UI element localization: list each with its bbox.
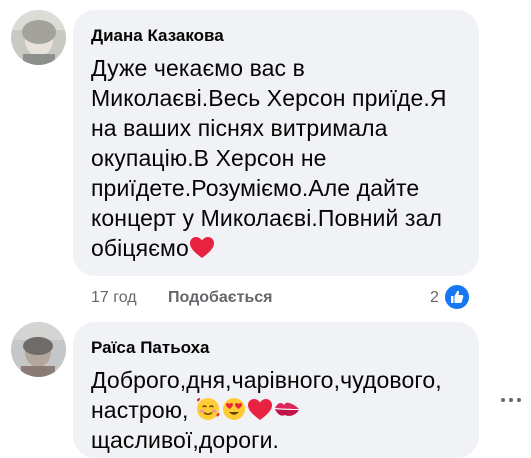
comment-text-segment: настрою, bbox=[91, 397, 189, 423]
comment-author[interactable]: Раїса Патьоха bbox=[91, 337, 210, 359]
red-heart-emoji bbox=[189, 236, 215, 267]
thumbs-up-icon[interactable] bbox=[443, 283, 471, 311]
reaction-count[interactable]: 2 bbox=[430, 288, 439, 308]
comment-timestamp[interactable]: 17 год bbox=[91, 288, 137, 308]
more-options-icon[interactable] bbox=[499, 391, 523, 402]
comment-text-line: щасливої,дороги. bbox=[91, 427, 280, 453]
comment-text-line: Доброго,дня,чарівного,чудового, bbox=[91, 367, 442, 393]
comment-text-line: на ваших піснях витримала bbox=[91, 115, 388, 141]
comment-text-line: окупацію.В Херсон не bbox=[91, 145, 327, 171]
comment-author[interactable]: Диана Казакова bbox=[91, 25, 224, 47]
comment-text-line: приїдете.Розуміємо.Але дайте bbox=[91, 175, 420, 201]
avatar[interactable] bbox=[11, 322, 66, 377]
comment-text-line: настрою, bbox=[91, 395, 301, 429]
comment-text-line: Миколаєві.Весь Херсон приїде.Я bbox=[91, 85, 447, 111]
comment-text-segment: обіцяємо bbox=[91, 235, 189, 261]
comment-text-line-last: обіцяємо bbox=[91, 233, 215, 267]
avatar[interactable] bbox=[11, 10, 66, 65]
comment-text-line: концерт у Миколаєві.Повний зал bbox=[91, 205, 442, 231]
comment-text-line: Дуже чекаємо вас в bbox=[91, 55, 305, 81]
like-button[interactable]: Подобається bbox=[168, 288, 273, 308]
